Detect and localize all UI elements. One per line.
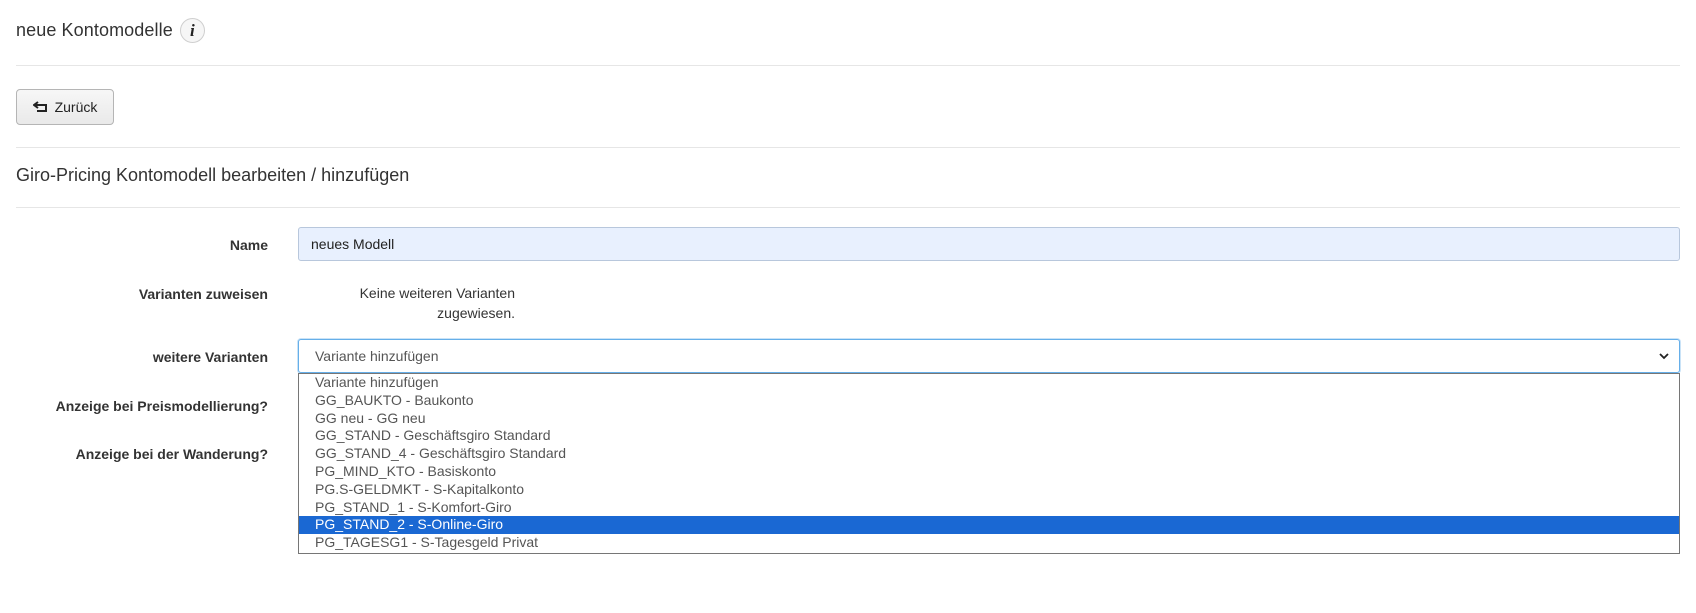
variants-note-line1: Keine weiteren Varianten xyxy=(359,285,515,301)
chevron-down-icon xyxy=(1659,353,1669,360)
back-button[interactable]: Zurück xyxy=(16,89,114,125)
info-icon[interactable]: i xyxy=(179,18,205,43)
name-label: Name xyxy=(229,237,268,253)
divider xyxy=(16,65,1680,66)
page-header: neue Kontomodelle i xyxy=(16,18,205,43)
dropdown-option[interactable]: PG_MIND_KTO - Basiskonto xyxy=(299,463,1679,481)
divider xyxy=(16,207,1680,208)
dropdown-option[interactable]: PG.S-GELDMKT - S-Kapitalkonto xyxy=(299,481,1679,499)
variants-note-line2: zugewiesen. xyxy=(437,305,515,321)
variants-assign-label: Varianten zuweisen xyxy=(138,286,268,302)
divider xyxy=(16,147,1680,148)
dropdown-option[interactable]: Variante hinzufügen xyxy=(299,374,1679,392)
variants-select-value: Variante hinzufügen xyxy=(315,348,439,364)
more-variants-label: weitere Varianten xyxy=(152,349,268,365)
dropdown-option[interactable]: GG_STAND_4 - Geschäftsgiro Standard xyxy=(299,445,1679,463)
migration-label: Anzeige bei der Wanderung? xyxy=(75,446,268,462)
dropdown-option[interactable]: GG_STAND - Geschäftsgiro Standard xyxy=(299,427,1679,445)
return-arrow-icon xyxy=(32,101,47,112)
variants-select[interactable]: Variante hinzufügen xyxy=(298,339,1680,373)
price-modelling-label: Anzeige bei Preismodellierung? xyxy=(55,398,268,414)
dropdown-option[interactable]: PG_TAGESG1 - S-Tagesgeld Privat xyxy=(299,534,1679,552)
section-title: Giro-Pricing Kontomodell bearbeiten / hi… xyxy=(16,165,410,185)
page-title: neue Kontomodelle xyxy=(16,20,173,40)
dropdown-option[interactable]: GG neu - GG neu xyxy=(299,410,1679,428)
dropdown-option-highlighted[interactable]: PG_STAND_2 - S-Online-Giro xyxy=(299,516,1679,535)
dropdown-option[interactable]: PG_STAND_1 - S-Komfort-Giro xyxy=(299,499,1679,517)
dropdown-option[interactable]: GG_BAUKTO - Baukonto xyxy=(299,392,1679,410)
variants-note: Keine weiteren Varianten zugewiesen. xyxy=(340,283,515,323)
back-button-label: Zurück xyxy=(54,99,98,115)
variants-dropdown-list: Variante hinzufügen GG_BAUKTO - Baukonto… xyxy=(298,373,1680,554)
name-input[interactable] xyxy=(298,227,1680,261)
